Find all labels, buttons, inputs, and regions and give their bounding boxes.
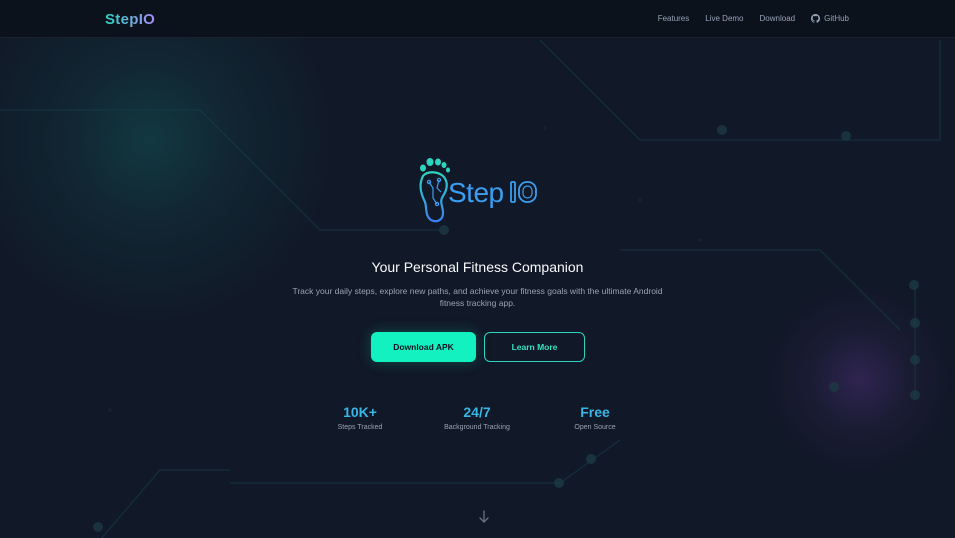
nav-link-label: GitHub: [824, 14, 849, 23]
stat-label: Background Tracking: [444, 424, 510, 431]
stat-steps-tracked: 10K+ Steps Tracked: [300, 404, 420, 431]
nav-link-label: Live Demo: [705, 14, 744, 23]
stat-value: 24/7: [463, 404, 491, 420]
nav-link-features[interactable]: Features: [658, 14, 690, 23]
nav-link-label: Download: [759, 14, 796, 23]
top-navbar: StepIO Features Live Demo Download GitHu…: [0, 0, 955, 38]
nav-links: Features Live Demo Download GitHub: [658, 14, 849, 23]
nav-link-label: Features: [657, 14, 690, 23]
nav-link-download[interactable]: Download: [760, 14, 796, 23]
hero-subline: Track your daily steps, explore new path…: [292, 286, 663, 308]
arrow-down-icon[interactable]: [478, 510, 490, 524]
nav-link-github[interactable]: GitHub: [811, 14, 849, 23]
stat-open-source: Free Open Source: [535, 404, 655, 431]
stat-value: 10K+: [343, 404, 377, 420]
github-icon: [811, 14, 821, 23]
stat-value: Free: [580, 404, 610, 420]
download-apk-button[interactable]: Download APK: [371, 332, 476, 362]
learn-more-button[interactable]: Learn More: [484, 332, 585, 362]
logo-io-mark: [510, 181, 537, 203]
nav-link-live-demo[interactable]: Live Demo: [705, 14, 743, 23]
stat-label: Steps Tracked: [337, 424, 383, 431]
stat-label: Open Source: [574, 424, 616, 431]
stat-background-tracking: 24/7 Background Tracking: [417, 404, 537, 431]
brand-logo-text[interactable]: StepIO: [105, 11, 155, 28]
hero-headline: Your Personal Fitness Companion: [371, 259, 584, 275]
logo-wordmark: Step: [448, 177, 504, 208]
